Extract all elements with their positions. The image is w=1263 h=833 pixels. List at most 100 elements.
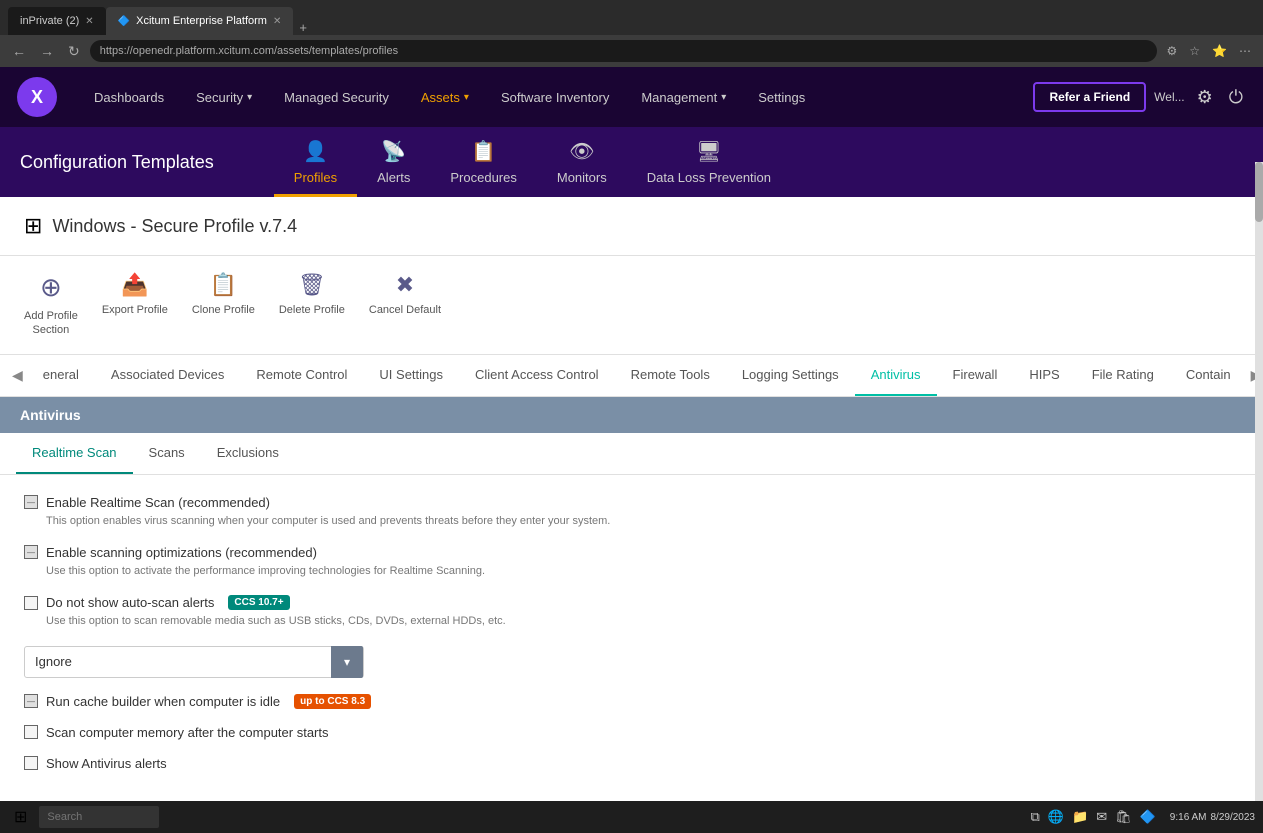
nav-managed-security[interactable]: Managed Security [268, 67, 405, 127]
tab-hips[interactable]: HIPS [1013, 355, 1075, 396]
checkbox-scan-memory[interactable] [24, 725, 38, 739]
nav-software-inventory[interactable]: Software Inventory [485, 67, 625, 127]
nav-items: Dashboards Security ▾ Managed Security A… [78, 67, 1033, 127]
sub-nav-procedures[interactable]: 📋 Procedures [430, 127, 536, 197]
favorites-icon[interactable]: ⭐ [1208, 42, 1231, 60]
tab-firewall-label: Firewall [953, 367, 998, 382]
nav-management-label: Management [641, 90, 717, 105]
tab-ui-settings[interactable]: UI Settings [363, 355, 459, 396]
profile-title: Windows - Secure Profile v.7.4 [52, 216, 297, 237]
checkbox-enable-realtime[interactable] [24, 495, 38, 509]
tab-associated-devices[interactable]: Associated Devices [95, 355, 240, 396]
sub-nav-dlp[interactable]: 🖥 Data Loss Prevention [627, 127, 791, 197]
forward-button[interactable]: → [36, 41, 58, 61]
sub-nav-monitors[interactable]: 👁 Monitors [537, 127, 627, 197]
monitors-icon: 👁 [569, 139, 594, 164]
antivirus-inner-tabs: Realtime Scan Scans Exclusions [0, 433, 1263, 475]
nav-management[interactable]: Management ▾ [625, 67, 742, 127]
start-button[interactable]: ⊞ [8, 805, 33, 829]
sub-nav-alerts[interactable]: 📡 Alerts [357, 127, 430, 197]
nav-managed-label: Managed Security [284, 90, 389, 105]
refer-friend-button[interactable]: Refer a Friend [1033, 82, 1146, 112]
windows-icon: ⊞ [24, 213, 42, 239]
checkbox-cache-builder[interactable] [24, 694, 38, 708]
inner-tab-scans[interactable]: Scans [133, 433, 201, 474]
back-button[interactable]: ← [8, 41, 30, 61]
page-scrollbar[interactable] [1255, 162, 1263, 803]
dropdown-wrap: Ignore ▾ [24, 646, 1239, 678]
taskbar-store-icon[interactable]: 🛍 [1113, 807, 1134, 827]
ccs-version-badge-2: up to CCS 8.3 [294, 694, 371, 709]
taskbar-date: 8/29/2023 [1211, 812, 1256, 823]
refresh-button[interactable]: ↻ [64, 41, 84, 62]
tab-general[interactable]: eneral [27, 355, 95, 396]
browser-tab-xcitum[interactable]: 🔷 Xcitum Enterprise Platform ✕ [106, 7, 294, 35]
add-profile-section-label: Add ProfileSection [24, 309, 78, 338]
checkbox-scanning-opt[interactable] [24, 545, 38, 559]
browser-tab-private[interactable]: inPrivate (2) ✕ [8, 7, 106, 35]
clone-profile-button[interactable]: 📋 Clone Profile [192, 272, 255, 316]
setting-scanning-opt: Enable scanning optimizations (recommend… [24, 545, 1239, 579]
tab-client-access[interactable]: Client Access Control [459, 355, 615, 396]
more-icon[interactable]: ⋯ [1235, 42, 1255, 60]
taskbar-xcitum-icon[interactable]: 🔷 [1138, 807, 1158, 827]
setting-show-alerts: Show Antivirus alerts [24, 756, 1239, 771]
sub-navbar-title: Configuration Templates [20, 152, 214, 173]
inner-tab-exclusions[interactable]: Exclusions [201, 433, 295, 474]
tab-file-rating[interactable]: File Rating [1076, 355, 1170, 396]
profiles-icon: 👤 [303, 139, 328, 164]
nav-software-label: Software Inventory [501, 90, 609, 105]
tab-remote-control-label: Remote Control [256, 367, 347, 382]
logout-icon[interactable]: ⏻ [1225, 83, 1247, 112]
nav-security[interactable]: Security ▾ [180, 67, 268, 127]
setting-row-scanning-opt: Enable scanning optimizations (recommend… [24, 545, 1239, 560]
nav-dashboards[interactable]: Dashboards [78, 67, 180, 127]
tab-close-active-icon[interactable]: ✕ [273, 16, 281, 27]
url-text: https://openedr.platform.xcitum.com/asse… [100, 45, 398, 57]
taskbar-task-view-icon[interactable]: ⧉ [1029, 807, 1042, 827]
cancel-default-button[interactable]: ✖ Cancel Default [369, 272, 441, 316]
add-profile-section-button[interactable]: ⊕ Add ProfileSection [24, 272, 78, 338]
inner-tab-realtime-scan[interactable]: Realtime Scan [16, 433, 133, 474]
sub-nav-dlp-label: Data Loss Prevention [647, 170, 771, 185]
nav-settings[interactable]: Settings [742, 67, 821, 127]
export-profile-button[interactable]: 📤 Export Profile [102, 272, 168, 316]
tab-logging[interactable]: Logging Settings [726, 355, 855, 396]
taskbar-browser-icon[interactable]: 🌐 [1046, 807, 1066, 827]
logo[interactable]: X [16, 76, 58, 118]
dlp-icon: 🖥 [696, 139, 721, 164]
taskbar-file-icon[interactable]: 📁 [1070, 807, 1090, 827]
tab-contain[interactable]: Contain [1170, 355, 1247, 396]
checkbox-no-autoscan[interactable] [24, 596, 38, 610]
main-content: ⊞ Windows - Secure Profile v.7.4 ⊕ Add P… [0, 197, 1263, 833]
tab-remote-control[interactable]: Remote Control [240, 355, 363, 396]
scrollbar-thumb[interactable] [1255, 162, 1263, 222]
address-bar[interactable]: https://openedr.platform.xcitum.com/asse… [90, 40, 1157, 62]
delete-profile-label: Delete Profile [279, 304, 345, 316]
cancel-default-label: Cancel Default [369, 304, 441, 316]
enable-realtime-desc: This option enables virus scanning when … [46, 514, 1239, 529]
tab-close-icon[interactable]: ✕ [85, 16, 93, 27]
tab-general-label: eneral [43, 367, 79, 382]
setting-row-realtime: Enable Realtime Scan (recommended) [24, 495, 1239, 510]
ignore-dropdown[interactable]: Ignore ▾ [24, 646, 364, 678]
sub-nav-profiles[interactable]: 👤 Profiles [274, 127, 357, 197]
bookmark-icon[interactable]: ☆ [1185, 42, 1204, 60]
taskbar-mail-icon[interactable]: ✉ [1094, 807, 1109, 827]
scroll-left-button[interactable]: ◀ [8, 359, 27, 392]
nav-assets[interactable]: Assets ▾ [405, 67, 485, 127]
tab-remote-tools[interactable]: Remote Tools [615, 355, 726, 396]
setting-scan-memory: Scan computer memory after the computer … [24, 725, 1239, 740]
setting-row-no-autoscan: Do not show auto-scan alerts CCS 10.7+ [24, 595, 1239, 610]
setting-cache-builder: Run cache builder when computer is idle … [24, 694, 1239, 709]
tab-firewall[interactable]: Firewall [937, 355, 1014, 396]
browser-nav-bar: ← → ↻ https://openedr.platform.xcitum.co… [0, 35, 1263, 67]
delete-profile-button[interactable]: 🗑 Delete Profile [279, 272, 345, 316]
checkbox-show-alerts[interactable] [24, 756, 38, 770]
extensions-icon[interactable]: ⚙ [1163, 42, 1182, 60]
tab-antivirus[interactable]: Antivirus [855, 355, 937, 396]
settings-icon[interactable]: ⚙ [1193, 83, 1217, 112]
new-tab-button[interactable]: + [293, 20, 313, 35]
taskbar-search-input[interactable] [39, 806, 159, 828]
welcome-text: Wel... [1154, 90, 1184, 104]
